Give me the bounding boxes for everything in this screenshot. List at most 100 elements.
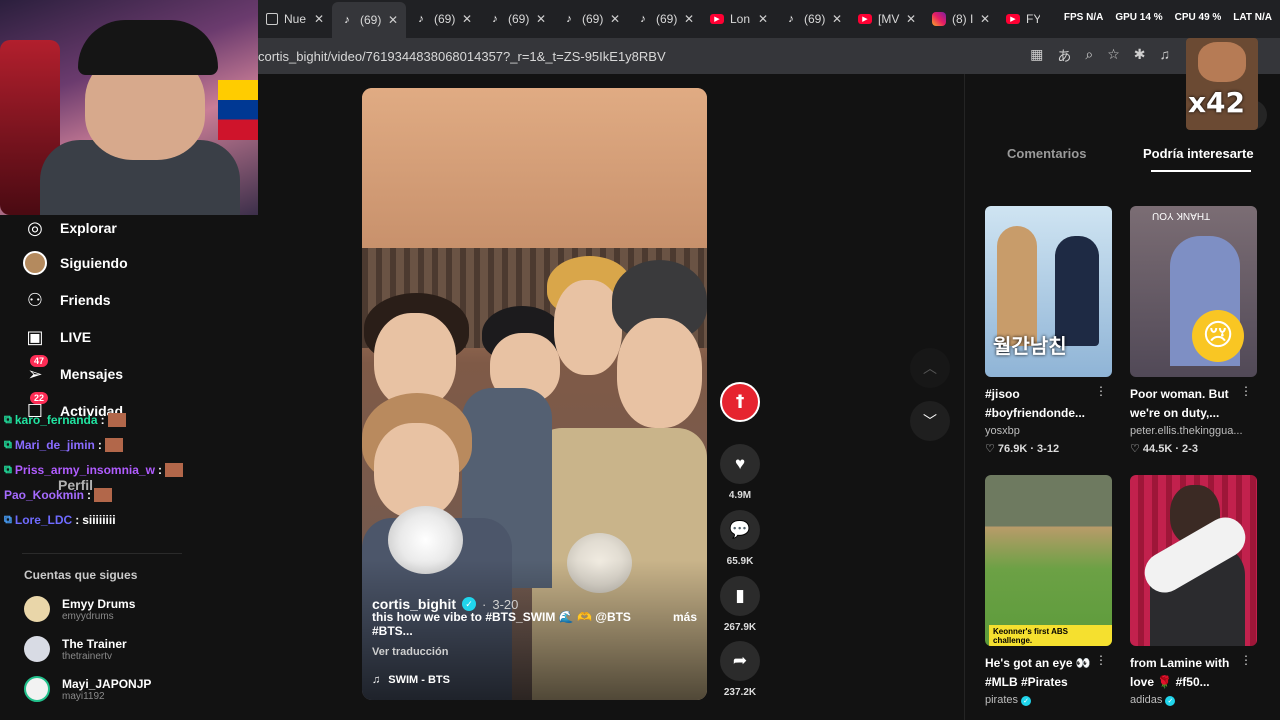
tab-title: Lon xyxy=(730,12,751,26)
share-arrow-icon[interactable]: ➦ xyxy=(720,641,760,681)
translate-link[interactable]: Ver traducción xyxy=(372,646,448,658)
chat-username: karo_fernanda xyxy=(14,413,98,427)
emote-icon xyxy=(94,488,113,502)
card-author[interactable]: adidas xyxy=(1130,694,1162,706)
browser-tab[interactable]: ♪ (69) ✕ xyxy=(776,4,850,34)
bookmark-icon[interactable]: ▮ xyxy=(720,576,760,616)
followed-account[interactable]: The Trainer thetrainertv xyxy=(24,636,127,662)
browser-tab[interactable]: Nue ✕ xyxy=(258,4,332,34)
browser-tab[interactable]: ♪ (69) ✕ xyxy=(628,4,702,34)
more-options-icon[interactable]: ⋮ xyxy=(1095,384,1107,398)
browser-tab[interactable]: ▶ FYA xyxy=(998,4,1048,34)
card-author[interactable]: yosxbp xyxy=(985,425,1113,437)
nav-explore[interactable]: ◎ Explorar xyxy=(22,215,117,241)
recommended-card[interactable]: 월간남친 #jisoo #boyfriendonde... ⋮ yosxbp ♡… xyxy=(985,206,1113,455)
close-tab-icon[interactable]: ✕ xyxy=(832,12,842,26)
close-tab-icon[interactable]: ✕ xyxy=(758,12,768,26)
video-player[interactable]: cortis_bighit ✓ · 3-20 this how we vibe … xyxy=(362,88,707,700)
tab-recommended[interactable]: Podría interesarte xyxy=(1143,146,1254,161)
card-thumbnail[interactable]: Keonner's first ABS challenge. xyxy=(985,475,1112,646)
close-tab-icon[interactable]: ✕ xyxy=(610,12,620,26)
media-control-icon[interactable]: ♫ xyxy=(1160,46,1171,66)
person-face xyxy=(374,423,459,518)
nav-live[interactable]: ▣ LIVE xyxy=(22,324,91,350)
zoom-icon[interactable]: ⌕ xyxy=(1085,46,1093,66)
card-title: #jisoo #boyfriendonde... xyxy=(985,387,1086,420)
url-field[interactable]: cortis_bighit/video/7619344838068014357?… xyxy=(258,49,1030,64)
close-tab-icon[interactable]: ✕ xyxy=(906,12,916,26)
recommended-card[interactable]: 😢 THANK YOU Poor woman. But we're on dut… xyxy=(1130,206,1258,455)
chat-separator: : xyxy=(100,413,105,427)
person-face xyxy=(617,318,702,428)
compass-icon: ◎ xyxy=(27,217,43,238)
youtube-icon: ▶ xyxy=(710,14,724,24)
sound-name[interactable]: SWIM - BTS xyxy=(388,674,450,686)
author-avatar[interactable]: ꝉ xyxy=(720,382,760,422)
card-author-row[interactable]: adidas ✓ xyxy=(1130,694,1258,706)
avatar xyxy=(24,676,50,702)
close-tab-icon[interactable]: ✕ xyxy=(388,13,398,27)
chevron-up-icon: ︿ xyxy=(923,360,937,376)
card-author-row[interactable]: pirates ✓ xyxy=(985,694,1113,706)
video-sound[interactable]: ♫ SWIM - BTS xyxy=(372,674,450,686)
comment-icon[interactable]: 💬 xyxy=(720,510,760,550)
card-thumbnail[interactable]: 월간남친 xyxy=(985,206,1112,377)
more-options-icon[interactable]: ⋮ xyxy=(1095,653,1107,667)
chat-username: Mari_de_jimin xyxy=(14,438,95,452)
tab-comments[interactable]: Comentarios xyxy=(1007,146,1086,161)
recommended-card[interactable]: Keonner's first ABS challenge. He's got … xyxy=(985,475,1113,706)
nav-friends[interactable]: ⚇ Friends xyxy=(22,287,111,313)
like-button[interactable]: ♥ 4.9M xyxy=(720,444,760,501)
more-options-icon[interactable]: ⋮ xyxy=(1240,384,1252,398)
browser-tab[interactable]: ▶ Lon ✕ xyxy=(702,4,776,34)
followed-account[interactable]: Emyy Drums emyydrums xyxy=(24,596,135,622)
music-note-icon: ♫ xyxy=(372,674,381,686)
previous-video-button[interactable]: ︿ xyxy=(910,348,950,388)
chat-separator: : xyxy=(75,513,80,527)
card-thumbnail[interactable]: 😢 THANK YOU xyxy=(1130,206,1257,377)
browser-tab[interactable]: ♪ (69) ✕ xyxy=(406,4,480,34)
close-tab-icon[interactable]: ✕ xyxy=(536,12,546,26)
card-author[interactable]: peter.ellis.thekinggua... xyxy=(1130,425,1258,437)
more-options-icon[interactable]: ⋮ xyxy=(1240,653,1252,667)
streamer-cap xyxy=(78,20,218,75)
card-author[interactable]: pirates xyxy=(985,694,1018,706)
browser-tab[interactable]: ▶ [MV ✕ xyxy=(850,4,924,34)
card-thumbnail[interactable] xyxy=(1130,475,1257,646)
performance-overlay: FPS N/A GPU 14 % CPU 49 % LAT N/A xyxy=(1064,12,1272,23)
browser-tab[interactable]: ♪ (69) ✕ xyxy=(554,4,628,34)
sticker-face xyxy=(1198,42,1246,82)
apps-icon[interactable]: ▦ xyxy=(1030,46,1043,66)
next-video-button[interactable]: ﹀ xyxy=(910,401,950,441)
recommended-card[interactable]: from Lamine with love 🌹 #f50... ⋮ adidas… xyxy=(1130,475,1258,706)
save-button[interactable]: ▮ 267.9K xyxy=(720,576,760,633)
share-button[interactable]: ➦ 237.2K xyxy=(720,641,760,698)
browser-tab[interactable]: ♪ (69) ✕ xyxy=(480,4,554,34)
browser-tab-active[interactable]: ♪ (69) ✕ xyxy=(332,2,406,38)
author-avatar-button[interactable]: ꝉ xyxy=(720,382,760,422)
heart-icon[interactable]: ♥ xyxy=(720,444,760,484)
followed-account[interactable]: Mayi_JAPONJP mayi1192 xyxy=(24,676,151,702)
browser-tab[interactable]: (8) I ✕ xyxy=(924,4,998,34)
close-tab-icon[interactable]: ✕ xyxy=(462,12,472,26)
nav-following[interactable]: Siguiendo xyxy=(22,250,128,276)
caption-more-link[interactable]: más xyxy=(673,610,697,638)
tiktok-icon: ♪ xyxy=(418,13,424,25)
chat-message: Pao_Kookmin: xyxy=(4,488,113,502)
bookmark-star-icon[interactable]: ☆ xyxy=(1107,46,1120,66)
tab-title: FYA xyxy=(1026,12,1040,26)
close-tab-icon[interactable]: ✕ xyxy=(314,12,324,26)
cpu-readout: CPU 49 % xyxy=(1174,12,1222,23)
video-caption: this how we vibe to #BTS_SWIM 🌊 🫶 @BTS #… xyxy=(372,610,697,638)
following-heading: Cuentas que sigues xyxy=(24,568,138,582)
close-tab-icon[interactable]: ✕ xyxy=(980,12,990,26)
close-tab-icon[interactable]: ✕ xyxy=(684,12,694,26)
address-bar: cortis_bighit/video/7619344838068014357?… xyxy=(258,38,1280,74)
chat-badge-icon: ⧉ xyxy=(4,513,12,526)
nav-messages[interactable]: ➢ 47 Mensajes xyxy=(22,355,123,387)
translate-icon[interactable]: あ xyxy=(1057,46,1071,66)
comment-button[interactable]: 💬 65.9K xyxy=(720,510,760,567)
card-title: He's got an eye 👀 #MLB #Pirates xyxy=(985,656,1091,689)
extensions-icon[interactable]: ✱ xyxy=(1134,46,1146,66)
save-count: 267.9K xyxy=(723,622,757,633)
